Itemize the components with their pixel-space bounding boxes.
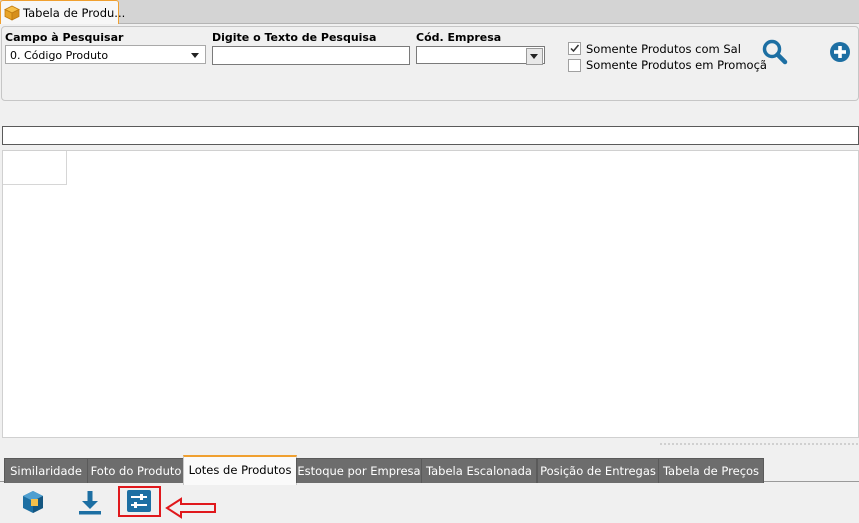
checkbox-produtos-em-promocao[interactable] [568, 59, 581, 72]
box-button[interactable] [20, 489, 46, 515]
highlight-box [118, 486, 161, 517]
grid-corner-cell [3, 151, 67, 185]
tab-title: Tabela de Produ... [23, 6, 126, 20]
tab-posicao-de-entregas[interactable]: Posição de Entregas [537, 458, 659, 483]
campo-pesquisar-select[interactable]: 0. Código Produto [5, 45, 206, 64]
tab-lotes-de-produtos[interactable]: Lotes de Produtos [183, 455, 297, 485]
tab-tabela-de-precos[interactable]: Tabela de Preços [658, 458, 764, 483]
chevron-down-icon [530, 54, 538, 59]
search-button[interactable] [761, 38, 789, 66]
panel-splitter[interactable] [0, 440, 859, 448]
window-tab-strip [0, 0, 859, 24]
tab-tabela-de-produtos[interactable]: Tabela de Produ... [0, 0, 125, 24]
detail-tabs: Similaridade Foto do Produto Lotes de Pr… [0, 455, 859, 485]
add-button[interactable] [829, 41, 851, 63]
check-icon [570, 44, 580, 53]
cod-empresa-dropdown-button[interactable] [526, 48, 543, 65]
tab-tabela-escalonada[interactable]: Tabela Escalonada [421, 458, 537, 483]
campo-pesquisar-value: 0. Código Produto [10, 49, 109, 62]
annotation-arrow-icon [165, 496, 217, 520]
campo-pesquisar-label: Campo à Pesquisar [5, 31, 124, 44]
cod-empresa-select[interactable] [416, 46, 545, 65]
tab-similaridade[interactable]: Similaridade [4, 458, 88, 483]
texto-pesquisa-input[interactable] [212, 46, 410, 65]
products-grid[interactable] [2, 150, 859, 438]
produtos-com-sal-label: Somente Produtos com Sal [586, 42, 741, 56]
texto-pesquisa-label: Digite o Texto de Pesquisa [212, 31, 377, 44]
tab-estoque-por-empresa[interactable]: Estoque por Empresa [296, 458, 422, 483]
plus-circle-icon [830, 42, 850, 62]
grid-filter-bar[interactable] [2, 126, 859, 145]
splitter-grip [659, 443, 859, 445]
package-icon [4, 5, 20, 24]
box-icon [23, 491, 43, 513]
search-icon [762, 39, 788, 65]
chevron-down-icon [191, 53, 199, 58]
download-icon [79, 491, 101, 515]
download-button[interactable] [78, 490, 102, 516]
checkbox-produtos-com-sal[interactable] [568, 42, 581, 55]
cod-empresa-label: Cód. Empresa [416, 31, 502, 44]
produtos-em-promocao-label: Somente Produtos em Promoçã [586, 58, 767, 72]
tab-foto-do-produto[interactable]: Foto do Produto [87, 458, 185, 483]
